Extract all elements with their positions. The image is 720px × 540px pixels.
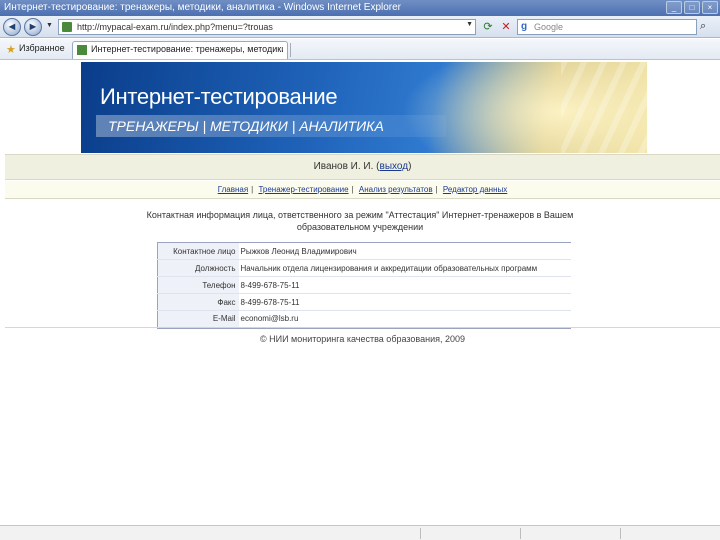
google-icon: g — [521, 21, 528, 32]
nav-link-analysis[interactable]: Анализ результатов — [359, 185, 433, 194]
nav-link-testing[interactable]: Тренажер-тестирование — [258, 185, 348, 194]
address-input[interactable]: http://mypacal-exam.ru/index.php?menu=?t… — [77, 20, 273, 34]
web-page: Интернет-тестирование ТРЕНАЖЕРЫ | МЕТОДИ… — [0, 61, 720, 540]
favorites-tab-bar: ★ Избранное Интернет-тестирование: трена… — [0, 39, 720, 60]
site-favicon-icon — [62, 22, 72, 32]
status-divider — [420, 528, 421, 539]
search-input[interactable]: Google — [534, 20, 563, 34]
table-row: Должность Начальник отдела лицензировани… — [157, 259, 571, 277]
banner-menu[interactable]: ТРЕНАЖЕРЫ | МЕТОДИКИ | АНАЛИТИКА — [108, 118, 384, 134]
minimize-button[interactable]: _ — [666, 1, 682, 14]
site-banner: Интернет-тестирование ТРЕНАЖЕРЫ | МЕТОДИ… — [81, 62, 647, 153]
table-row: Контактное лицо Рыжков Леонид Владимиров… — [157, 242, 571, 260]
contact-email-link[interactable]: economi@lsb.ru — [238, 310, 571, 328]
browser-window: Интернет-тестирование: тренажеры, методи… — [0, 0, 720, 540]
close-button[interactable]: × — [702, 1, 718, 14]
status-divider — [620, 528, 621, 539]
table-row: Факс 8-499-678-75-11 — [157, 293, 571, 311]
user-name: Иванов И. И. — [313, 161, 374, 172]
logout-close-paren: ) — [408, 161, 412, 172]
contact-key: Факс — [157, 293, 239, 311]
maximize-button[interactable]: □ — [684, 1, 700, 14]
contact-value: Начальник отдела лицензирования и аккред… — [238, 259, 571, 277]
navigation-bar: ◄ ► ▼ http://mypacal-exam.ru/index.php?m… — [0, 16, 720, 38]
address-dropdown-icon[interactable]: ▼ — [466, 21, 473, 28]
contact-key: Контактное лицо — [157, 242, 239, 260]
contact-table: Контактное лицо Рыжков Леонид Владимиров… — [157, 242, 571, 329]
contact-value: 8-499-678-75-11 — [238, 293, 571, 311]
favorites-button[interactable]: Избранное — [19, 43, 65, 53]
contact-key: Должность — [157, 259, 239, 277]
search-box[interactable]: g Google — [517, 19, 697, 35]
stop-icon[interactable]: ✕ — [499, 20, 513, 34]
window-controls: _ □ × — [666, 1, 718, 14]
table-row: E-Mail economi@lsb.ru — [157, 310, 571, 328]
logout-link[interactable]: выход — [380, 161, 409, 172]
contact-value: Рыжков Леонид Владимирович — [238, 242, 571, 260]
status-bar — [0, 525, 720, 540]
address-bar[interactable]: http://mypacal-exam.ru/index.php?menu=?t… — [58, 19, 476, 35]
contact-key: E-Mail — [157, 310, 239, 328]
favorites-star-icon[interactable]: ★ — [6, 43, 16, 56]
history-dropdown-icon[interactable]: ▼ — [46, 22, 53, 29]
nav-link-home[interactable]: Главная — [218, 185, 248, 194]
refresh-icon[interactable]: ⟳ — [481, 20, 495, 34]
title-bar: Интернет-тестирование: тренажеры, методи… — [0, 0, 720, 16]
tab-favicon-icon — [77, 45, 87, 55]
nav-link-editor[interactable]: Редактор данных — [443, 185, 507, 194]
banner-title: Интернет-тестирование — [100, 84, 338, 109]
banner-stripes — [561, 62, 647, 153]
new-tab-button[interactable] — [290, 43, 304, 57]
search-icon[interactable]: ⌕ — [700, 20, 706, 33]
back-button[interactable]: ◄ — [3, 18, 21, 36]
contact-heading: Контактная информация лица, ответственно… — [146, 210, 574, 232]
page-footer: © НИИ мониторинга качества образования, … — [5, 327, 720, 349]
user-bar: Иванов И. И. (выход) — [5, 154, 720, 180]
contact-key: Телефон — [157, 276, 239, 294]
window-title: Интернет-тестирование: тренажеры, методи… — [4, 2, 402, 13]
forward-button[interactable]: ► — [24, 18, 42, 36]
site-nav-links: Главная | Тренажер-тестирование | Анализ р… — [5, 181, 720, 199]
status-divider — [520, 528, 521, 539]
table-row: Телефон 8-499-678-75-11 — [157, 276, 571, 294]
contact-value: 8-499-678-75-11 — [238, 276, 571, 294]
tab-label: Интернет-тестирование: тренажеры, методи… — [91, 44, 283, 54]
active-tab[interactable]: Интернет-тестирование: тренажеры, методи… — [72, 41, 288, 59]
